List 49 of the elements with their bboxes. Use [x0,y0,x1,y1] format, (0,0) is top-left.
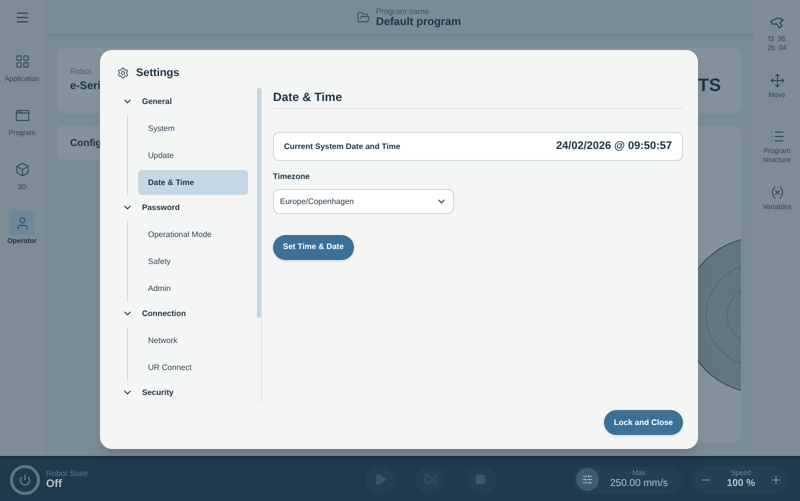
adjust-button[interactable] [576,468,599,491]
page-title: Date & Time [273,88,683,109]
robot-state-label: Robot State [46,468,88,478]
robot-tool-icon[interactable] [770,17,784,29]
badge-text: TS [698,74,721,97]
robot-state-value: Off [46,478,63,490]
dialog-title: Settings [136,66,180,81]
move-arrows-icon [770,73,784,88]
power-icon [19,474,31,486]
current-datetime-value: 24/02/2026 @ 09:50:57 [556,139,672,154]
folder-icon[interactable] [357,11,370,24]
menu-icon[interactable] [14,10,30,25]
nav-item[interactable]: System [138,116,248,141]
nav-section[interactable]: Connection [110,300,261,327]
window-icon [14,108,30,122]
nav-item[interactable]: Safety [138,249,248,274]
nav-section[interactable]: General [110,88,261,115]
set-time-button[interactable]: Set Time & Date [273,234,354,260]
scrollbar-thumb[interactable] [257,88,261,318]
settings-icon [117,67,129,79]
nav-section[interactable]: Security [110,379,261,403]
timezone-label: Timezone [273,171,311,183]
nav-item[interactable]: Update [138,143,248,168]
plus-icon [770,474,782,486]
speed-value: 100 % [726,478,756,490]
power-button[interactable] [10,464,40,494]
sliders-icon [582,474,593,485]
nav-item[interactable]: UR Connect [138,355,248,380]
variable-icon [770,185,784,200]
cube-icon [14,162,30,176]
user-icon [14,216,30,230]
step-button[interactable] [416,464,446,494]
robot-value: e-Seri [70,79,101,94]
nav-item[interactable]: Network [138,328,248,353]
skip-forward-icon [424,473,438,486]
program-name: Default program [376,16,461,28]
program-label: Program name [376,6,430,16]
play-button[interactable] [366,464,396,494]
nav-item[interactable]: Operational Mode [138,222,248,247]
current-datetime-label: Current System Date and Time [284,140,400,152]
timezone-select[interactable]: Europe/Copenhagen [273,189,454,214]
max-value: 250.00 mm/s [610,478,668,490]
nav-item[interactable]: Date & Time [138,170,248,195]
nav-item[interactable]: Admin [138,276,248,301]
lock-and-close-button[interactable]: Lock and Close [604,410,683,435]
grid-icon [14,54,30,68]
robot-label: Robot [70,66,92,78]
stop-button[interactable] [466,464,496,494]
nav-section[interactable]: Password [110,194,261,221]
